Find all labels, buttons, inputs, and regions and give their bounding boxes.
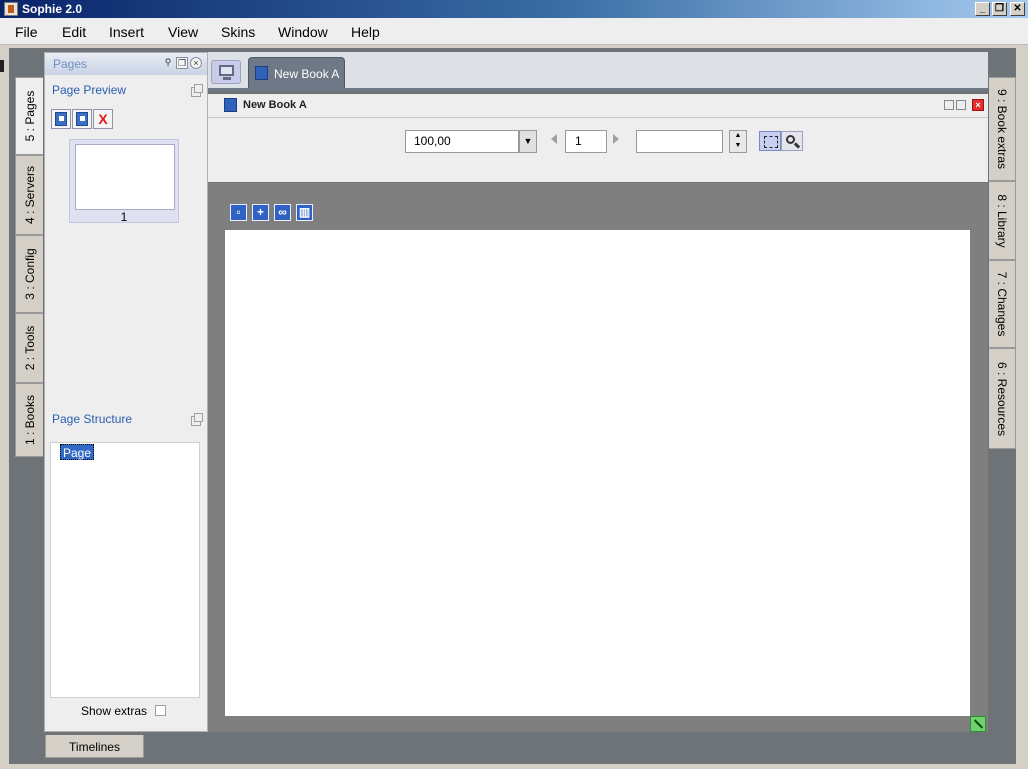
delete-x-icon: X (98, 111, 108, 127)
page-thumbnail (75, 144, 175, 210)
page-canvas[interactable] (225, 230, 970, 716)
value-spinner[interactable]: ▲ ▼ (729, 130, 747, 153)
duplicate-page-icon (76, 112, 88, 126)
delete-page-button[interactable]: X (93, 109, 113, 129)
monitor-stand (223, 77, 231, 80)
preview-restore-icon[interactable] (191, 84, 203, 97)
panel-close-icon[interactable]: × (190, 57, 202, 69)
zoom-tool-button[interactable] (781, 131, 803, 151)
page-preview-label: Page Preview (52, 83, 127, 97)
book-icon (224, 98, 237, 112)
title-bar: Sophie 2.0 _ ❐ ✕ (0, 0, 1028, 18)
presentation-mode-button[interactable] (211, 60, 241, 84)
pages-panel: Pages ⚲ ❐ × Page Preview X 1 Page Struct… (44, 52, 208, 732)
prev-page-icon[interactable] (551, 134, 557, 144)
duplicate-page-button[interactable] (72, 109, 92, 129)
restore-button[interactable]: ❐ (992, 2, 1007, 16)
document-tab-label: New Book A (274, 67, 340, 81)
magnifier-handle (793, 142, 801, 149)
select-tool-button[interactable] (759, 131, 781, 151)
zoom-combo-field[interactable]: 100,00 (405, 130, 519, 153)
tree-node-page[interactable]: Page (60, 444, 95, 460)
page-number-field[interactable]: 1 (565, 130, 607, 153)
menu-insert[interactable]: Insert (109, 24, 144, 40)
insert-chart-icon[interactable]: ▥ (296, 204, 313, 221)
next-page-icon[interactable] (613, 134, 619, 144)
page-structure-label: Page Structure (52, 412, 133, 426)
zoom-dropdown-arrow[interactable]: ▼ (519, 130, 537, 153)
tab-tools[interactable]: 2 : Tools (15, 313, 43, 383)
show-extras-label: Show extras (81, 704, 148, 718)
minimize-button[interactable]: _ (975, 2, 990, 16)
page-thumbnail-item[interactable]: 1 (69, 139, 179, 224)
tab-servers[interactable]: 4 : Servers (15, 155, 43, 235)
page-resize-handle[interactable] (970, 716, 986, 732)
window-title: Sophie 2.0 (22, 2, 83, 16)
pages-panel-header: Pages ⚲ ❐ × (45, 53, 207, 75)
tab-changes-label: 7 : Changes (995, 271, 1009, 337)
tab-pages-label: 5 : Pages (22, 90, 37, 142)
tab-resources-label: 6 : Resources (995, 361, 1009, 436)
book-window-title: New Book A (243, 99, 307, 111)
menu-edit[interactable]: Edit (62, 24, 86, 40)
book-window-header: New Book A × (208, 94, 988, 118)
monitor-icon (219, 65, 234, 76)
float-icon[interactable]: ❐ (176, 57, 188, 69)
insert-link-icon[interactable]: ∞ (274, 204, 291, 221)
tab-config[interactable]: 3 : Config (15, 235, 43, 313)
window-edge (0, 60, 4, 72)
show-extras-checkbox[interactable] (155, 705, 166, 716)
tab-library-label: 8 : Library (995, 193, 1009, 248)
menu-view[interactable]: View (168, 24, 198, 40)
insert-frame-icon[interactable]: + (252, 204, 269, 221)
value-input[interactable] (636, 130, 723, 153)
structure-restore-icon[interactable] (191, 413, 203, 426)
pin-icon[interactable]: ⚲ (162, 57, 174, 69)
menu-help[interactable]: Help (351, 24, 380, 40)
page-structure-tree: Page (50, 442, 200, 698)
tab-tools-label: 2 : Tools (22, 325, 37, 371)
book-minimize-icon[interactable] (944, 100, 954, 110)
new-page-icon (55, 112, 67, 126)
tab-resources[interactable]: 6 : Resources (989, 348, 1016, 449)
tab-timelines[interactable]: Timelines (45, 735, 144, 758)
menu-bar: File Edit Insert View Skins Window Help (0, 18, 1028, 45)
new-page-button[interactable] (51, 109, 71, 129)
tab-library[interactable]: 8 : Library (989, 181, 1016, 260)
tab-pages[interactable]: 5 : Pages (15, 77, 43, 155)
book-maximize-icon[interactable] (956, 100, 966, 110)
menu-window[interactable]: Window (278, 24, 328, 40)
java-app-icon (4, 2, 18, 16)
tab-underline (208, 88, 988, 91)
tab-changes[interactable]: 7 : Changes (989, 260, 1016, 348)
tab-book-extras-label: 9 : Book extras (995, 88, 1009, 170)
book-close-icon[interactable]: × (972, 99, 984, 111)
document-tab-bar: New Book A (208, 52, 988, 90)
tab-new-book-a[interactable]: New Book A (248, 57, 345, 88)
tab-servers-label: 4 : Servers (22, 165, 37, 225)
tab-config-label: 3 : Config (22, 248, 37, 300)
tab-books-label: 1 : Books (22, 394, 37, 446)
app-window: Sophie 2.0 _ ❐ ✕ File Edit Insert View S… (0, 0, 1028, 769)
pages-panel-title: Pages (53, 57, 88, 71)
tab-books[interactable]: 1 : Books (15, 383, 43, 457)
close-button[interactable]: ✕ (1010, 2, 1025, 16)
insert-text-icon[interactable]: ▫ (230, 204, 247, 221)
tab-book-extras[interactable]: 9 : Book extras (989, 77, 1016, 181)
menu-file[interactable]: File (15, 24, 38, 40)
book-icon (255, 66, 268, 80)
book-toolbar: 100,00 ▼ 1 ▲ ▼ (208, 118, 988, 182)
menu-skins[interactable]: Skins (221, 24, 255, 40)
page-thumbnail-number: 1 (120, 210, 128, 224)
